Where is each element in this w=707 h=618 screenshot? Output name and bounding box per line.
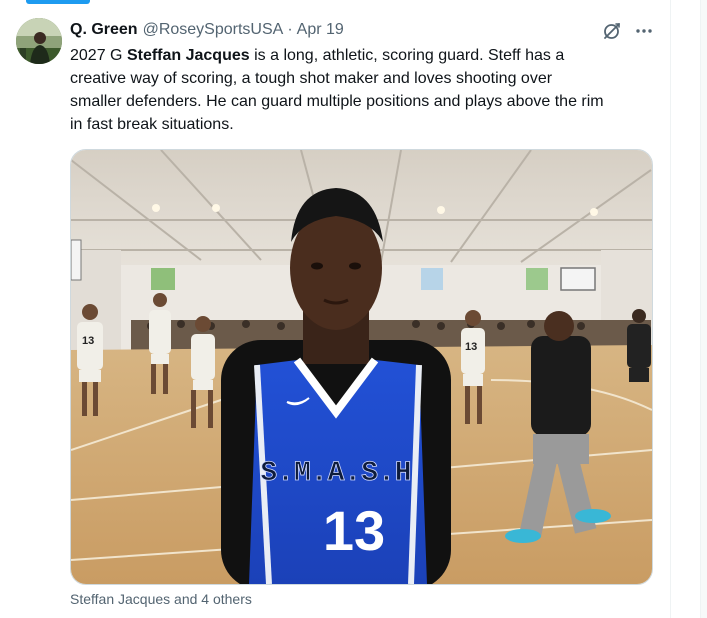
tweet-photo[interactable]: 13 13 S.M.A.S.H 13: [70, 149, 653, 585]
more-options-button[interactable]: [632, 19, 656, 43]
bg-player-number: 13: [82, 335, 94, 347]
jersey-team-name: S.M.A.S.H: [260, 458, 411, 489]
jersey-number: 13: [323, 499, 385, 562]
tweet-header: Q. Green @RoseySportsUSA · Apr 19: [70, 18, 344, 42]
header-separator: ·: [287, 21, 293, 38]
column-divider: [670, 0, 671, 618]
tweet-text: 2027 G Steffan Jacques is a long, athlet…: [70, 44, 665, 136]
tweet-date[interactable]: Apr 19: [297, 21, 344, 39]
more-icon: [636, 29, 652, 33]
mentioned-player-name: Steffan Jacques: [126, 47, 250, 64]
author-avatar[interactable]: [16, 18, 62, 64]
grok-icon: [604, 23, 620, 39]
tab-indicator: [26, 0, 90, 4]
grok-button[interactable]: [600, 19, 624, 43]
bg-player-number-2: 13: [465, 341, 477, 353]
author-name[interactable]: Q. Green: [70, 21, 138, 39]
sidebar-edge: [700, 0, 707, 618]
tweet-text-start: 2027 G: [70, 47, 127, 64]
media-tags[interactable]: Steffan Jacques and 4 others: [70, 590, 252, 608]
author-handle[interactable]: @RoseySportsUSA: [143, 21, 284, 39]
